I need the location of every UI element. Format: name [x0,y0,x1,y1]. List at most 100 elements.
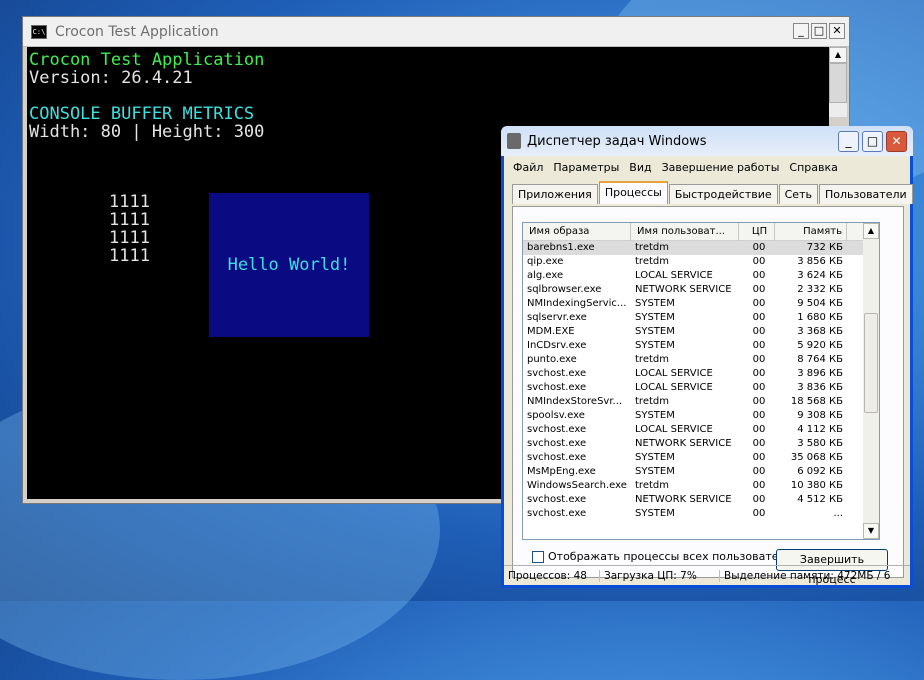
table-row[interactable]: WindowsSearch.exe tretdm 00 10 380 КБ [523,479,879,493]
image-name-cell: NMIndexingServic... [527,298,627,309]
scroll-thumb[interactable] [829,63,847,103]
memory-cell: 2 332 КБ [797,284,843,295]
col-user-name[interactable]: Имя пользоват... [631,223,739,241]
cpu-cell: 00 [752,508,766,519]
memory-cell: 3 836 КБ [797,382,843,393]
menu-bar: Файл Параметры Вид Завершение работы Спр… [504,156,910,178]
console-line: CONSOLE BUFFER METRICS [29,104,255,124]
table-row[interactable]: punto.exe tretdm 00 8 764 КБ [523,353,879,367]
table-row[interactable]: svchost.exe LOCAL SERVICE 00 3 896 КБ [523,367,879,381]
scroll-thumb[interactable] [864,313,878,413]
cpu-cell: 00 [752,466,766,477]
tm-titlebar[interactable]: Диспетчер задач Windows _ □ ✕ [501,126,913,156]
image-name-cell: sqlservr.exe [527,312,587,323]
memory-cell: 9 308 КБ [797,410,843,421]
memory-cell: 4 512 КБ [797,494,843,505]
user-name-cell: tretdm [635,256,669,267]
user-name-cell: LOCAL SERVICE [635,270,713,281]
user-name-cell: LOCAL SERVICE [635,424,713,435]
user-name-cell: SYSTEM [635,340,675,351]
tm-minimize-button[interactable]: _ [838,131,859,152]
memory-cell: 8 764 КБ [797,354,843,365]
menu-help[interactable]: Справка [784,161,842,174]
tm-title: Диспетчер задач Windows [527,133,707,149]
table-row[interactable]: MDM.EXE SYSTEM 00 3 368 КБ [523,325,879,339]
status-memory: Выделение памяти: 472МБ / 6 [724,569,891,582]
table-row[interactable]: sqlbrowser.exe NETWORK SERVICE 00 2 332 КБ [523,283,879,297]
maximize-button[interactable]: □ [811,23,827,39]
show-all-processes-checkbox[interactable]: Отображать процессы всех пользователей [532,550,799,563]
cpu-cell: 00 [752,382,766,393]
cpu-cell: 00 [752,312,766,323]
tab-networking[interactable]: Сеть [778,184,818,204]
table-row[interactable]: svchost.exe NETWORK SERVICE 00 4 512 КБ [523,493,879,507]
col-cpu[interactable]: ЦП [739,223,775,241]
image-name-cell: spoolsv.exe [527,410,585,421]
cpu-cell: 00 [752,494,766,505]
menu-options[interactable]: Параметры [548,161,624,174]
col-image-name[interactable]: Имя образа [523,223,631,241]
table-row[interactable]: qip.exe tretdm 00 3 856 КБ [523,255,879,269]
scroll-down-arrow-icon[interactable]: ▼ [863,523,879,539]
hello-world-box: Hello World! [209,193,369,337]
user-name-cell: tretdm [635,396,669,407]
tab-users[interactable]: Пользователи [818,184,913,204]
table-row[interactable]: barebns1.exe tretdm 00 732 КБ [523,241,879,255]
memory-cell: 4 112 КБ [797,424,843,435]
table-row[interactable]: NMIndexingServic... SYSTEM 00 9 504 КБ [523,297,879,311]
user-name-cell: LOCAL SERVICE [635,382,713,393]
minimize-button[interactable]: _ [793,23,809,39]
task-manager-icon [507,133,521,149]
cpu-cell: 00 [752,326,766,337]
menu-file[interactable]: Файл [508,161,548,174]
status-processes: Процессов: 48 [504,569,600,582]
table-row[interactable]: svchost.exe SYSTEM 00 35 068 КБ [523,451,879,465]
console-app-icon: C:\ [31,24,47,39]
console-scrollbar[interactable]: ▲ [829,47,847,117]
image-name-cell: svchost.exe [527,508,587,519]
table-row[interactable]: spoolsv.exe SYSTEM 00 9 308 КБ [523,409,879,423]
cpu-cell: 00 [752,424,766,435]
table-row[interactable]: svchost.exe LOCAL SERVICE 00 4 112 КБ [523,423,879,437]
table-row[interactable]: NMIndexStoreSvr... tretdm 00 18 568 КБ [523,395,879,409]
menu-shutdown[interactable]: Завершение работы [657,161,785,174]
table-row[interactable]: MsMpEng.exe SYSTEM 00 6 092 КБ [523,465,879,479]
col-memory[interactable]: Память [775,223,847,241]
table-row[interactable]: InCDsrv.exe SYSTEM 00 5 920 КБ [523,339,879,353]
table-row[interactable]: svchost.exe LOCAL SERVICE 00 3 836 КБ [523,381,879,395]
memory-cell: 1 680 КБ [797,312,843,323]
memory-cell: 3 624 КБ [797,270,843,281]
memory-cell: 3 856 КБ [797,256,843,267]
image-name-cell: WindowsSearch.exe [527,480,627,491]
memory-cell: 6 092 КБ [797,466,843,477]
process-list[interactable]: Имя образа Имя пользоват... ЦП Память ba… [522,222,880,540]
table-row[interactable]: svchost.exe NETWORK SERVICE 00 3 580 КБ [523,437,879,451]
pattern-line: 1111 [109,210,150,230]
table-row[interactable]: alg.exe LOCAL SERVICE 00 3 624 КБ [523,269,879,283]
console-titlebar[interactable]: C:\ Crocon Test Application _ □ ✕ [23,17,849,47]
image-name-cell: svchost.exe [527,438,587,449]
tm-maximize-button[interactable]: □ [862,131,883,152]
tab-processes[interactable]: Процессы [598,181,668,204]
table-row[interactable]: sqlservr.exe SYSTEM 00 1 680 КБ [523,311,879,325]
memory-cell: 3 896 КБ [797,368,843,379]
tab-performance[interactable]: Быстродействие [668,184,778,204]
memory-cell: 5 920 КБ [797,340,843,351]
memory-cell: ... [833,508,843,519]
scroll-up-arrow-icon[interactable]: ▲ [863,223,879,239]
checkbox-box[interactable] [532,550,544,563]
list-header: Имя образа Имя пользоват... ЦП Память [523,223,879,241]
tab-applications[interactable]: Приложения [512,184,598,204]
user-name-cell: SYSTEM [635,452,675,463]
image-name-cell: NMIndexStoreSvr... [527,396,623,407]
task-manager-window[interactable]: Диспетчер задач Windows _ □ ✕ Файл Парам… [501,126,913,588]
tm-close-button[interactable]: ✕ [886,131,907,152]
close-button[interactable]: ✕ [829,23,845,39]
scroll-up-arrow-icon[interactable]: ▲ [829,47,847,63]
console-line: Width: 80 | Height: 300 [29,122,265,142]
cpu-cell: 00 [752,368,766,379]
list-scrollbar[interactable]: ▲ ▼ [863,223,879,539]
menu-view[interactable]: Вид [624,161,656,174]
pattern-line: 1111 [109,246,150,266]
table-row[interactable]: svchost.exe SYSTEM 00... [523,507,879,521]
